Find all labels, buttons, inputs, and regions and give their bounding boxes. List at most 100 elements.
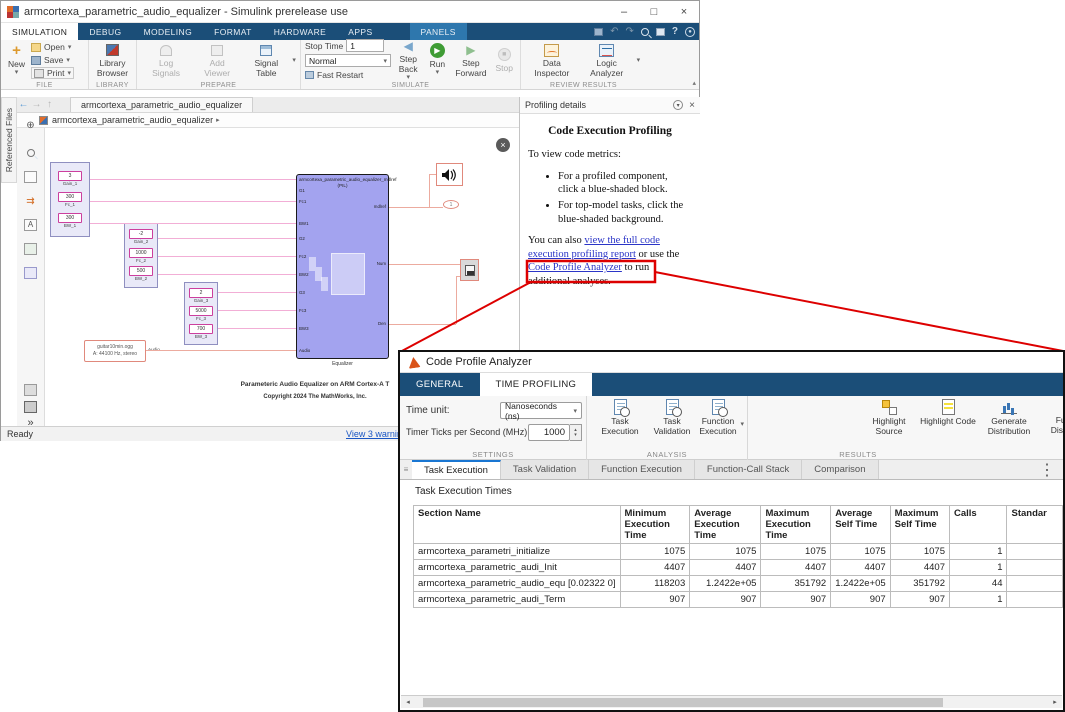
stop-button[interactable]: ■ Stop [493, 46, 517, 74]
function-execution-button[interactable]: Function Execution [691, 399, 745, 447]
col-max-self[interactable]: Maximum Self Time [890, 506, 949, 544]
tab-debug[interactable]: DEBUG [78, 23, 132, 40]
doc-tab-task-execution[interactable]: Task Execution [412, 460, 501, 479]
fc2-block[interactable]: 1000Fc_2 [129, 248, 153, 264]
save-button[interactable]: Save▾ [31, 54, 74, 66]
col-calls[interactable]: Calls [950, 506, 1007, 544]
review-more-icon[interactable]: ▾ [637, 56, 641, 64]
viewmarks-icon[interactable] [23, 383, 38, 397]
function-distribution-button[interactable]: Function Distribution [1042, 399, 1065, 447]
scrollbar-thumb[interactable] [423, 698, 943, 707]
col-section-name[interactable]: Section Name [414, 506, 621, 544]
tab-apps[interactable]: APPS [337, 23, 383, 40]
print-button[interactable]: Print▾ [31, 67, 74, 79]
gain1-block[interactable]: 3Gain_1 [58, 171, 82, 187]
task-execution-button[interactable]: Task Execution [593, 399, 647, 447]
param-group-1[interactable]: 3Gain_1 300Fc_1 300BW_1 [50, 162, 90, 237]
reroute-icon[interactable]: ⇉ [23, 194, 38, 208]
data-inspector-button[interactable]: Data Inspector [527, 41, 577, 79]
pil-equalizer-block[interactable]: armcortexa_parametric_audio_equalizer_md… [296, 174, 389, 359]
col-avg-exec[interactable]: Average Execution Time [690, 506, 761, 544]
cpa-tab-time-profiling[interactable]: TIME PROFILING [480, 373, 593, 396]
library-browser-button[interactable]: Library Browser [89, 41, 137, 79]
maximize-button[interactable]: □ [639, 1, 669, 23]
doc-tab-function-execution[interactable]: Function Execution [589, 460, 695, 479]
timer-ticks-spinner[interactable]: ▴▾ [570, 424, 582, 441]
collapse-toolstrip-icon[interactable]: ▴ [692, 79, 696, 87]
fc3-block[interactable]: 5000Fc_3 [189, 306, 213, 322]
timer-ticks-input[interactable]: 1000 [528, 424, 570, 441]
tab-modeling[interactable]: MODELING [133, 23, 204, 40]
audio-file-block[interactable]: guitar10min.oggA: 44100 Hz, stereo [84, 340, 146, 362]
back-icon[interactable]: ← [17, 99, 30, 110]
gain2-block[interactable]: -2Gain_2 [129, 229, 153, 245]
tab-options-icon[interactable]: ⋮ [1039, 460, 1055, 479]
bw1-block[interactable]: 300BW_1 [58, 213, 82, 229]
panel-close-icon[interactable]: × [689, 100, 695, 111]
highlight-source-button[interactable]: Highlight Source [860, 399, 918, 447]
stop-time-input[interactable]: 1 [346, 39, 384, 52]
generate-distribution-button[interactable]: Generate Distribution [978, 399, 1040, 447]
log-signals-button[interactable]: Log Signals [141, 41, 191, 79]
param-group-3[interactable]: 2Gain_3 5000Fc_3 700BW_3 [184, 282, 218, 345]
annotation-icon[interactable]: A [23, 218, 38, 232]
fast-restart-toggle[interactable]: Fast Restart [305, 69, 391, 81]
code-profile-analyzer-link[interactable]: Code Profile Analyzer [528, 262, 622, 273]
logic-analyzer-button[interactable]: Logic Analyzer [582, 41, 632, 79]
col-standard[interactable]: Standar [1007, 506, 1063, 544]
prepare-more-icon[interactable]: ▾ [292, 56, 296, 64]
analysis-more-icon[interactable]: ▾ [740, 420, 744, 428]
table-row[interactable]: armcortexa_parametri_initialize107510751… [414, 544, 1063, 560]
step-forward-button[interactable]: ▶ Step Forward [452, 41, 489, 79]
table-row[interactable]: armcortexa_parametric_audio_equ [0.02322… [414, 576, 1063, 592]
to-file-block[interactable] [460, 259, 479, 281]
fit-to-view-icon[interactable] [23, 170, 38, 184]
model-doc-tab[interactable]: armcortexa_parametric_audio_equalizer [70, 97, 253, 112]
tab-hardware[interactable]: HARDWARE [263, 23, 337, 40]
hide-browser-icon[interactable]: ⊕ [23, 118, 38, 132]
tab-simulation[interactable]: SIMULATION [1, 23, 78, 40]
table-row[interactable]: armcortexa_parametric_audi_Term907907907… [414, 592, 1063, 608]
close-button[interactable]: × [669, 1, 699, 23]
table-row[interactable]: armcortexa_parametric_audi_Init440744074… [414, 560, 1063, 576]
bw2-block[interactable]: 500BW_2 [129, 266, 153, 282]
open-button[interactable]: Open▾ [31, 41, 74, 53]
undo-icon[interactable]: ↶ [610, 26, 618, 37]
image-icon[interactable] [23, 242, 38, 256]
new-button[interactable]: + New▾ [5, 42, 28, 78]
bw3-block[interactable]: 700BW_3 [189, 324, 213, 340]
col-min-exec[interactable]: Minimum Execution Time [620, 506, 690, 544]
audio-device-writer-block[interactable] [436, 163, 463, 186]
minimize-button[interactable]: – [609, 1, 639, 23]
signal-table-button[interactable]: Signal Table [243, 41, 289, 79]
help-icon[interactable]: ? [672, 26, 678, 37]
scroll-right-icon[interactable]: ▸ [1048, 696, 1062, 708]
canvas-close-badge-icon[interactable]: × [496, 138, 510, 152]
doc-tab-comparison[interactable]: Comparison [802, 460, 878, 479]
subsystem-badge-icon[interactable] [23, 400, 38, 414]
quick-save-icon[interactable] [594, 28, 603, 36]
step-back-button[interactable]: ◀ Step Back▾ [394, 37, 422, 82]
panel-minimize-icon[interactable]: ▾ [673, 100, 683, 110]
screenshot-icon[interactable] [656, 28, 665, 36]
breadcrumb[interactable]: armcortexa_parametric_audio_equalizer [52, 115, 213, 125]
doc-tab-task-validation[interactable]: Task Validation [501, 460, 589, 479]
scroll-left-icon[interactable]: ◂ [401, 696, 415, 708]
time-unit-select[interactable]: Nanoseconds (ns)▾ [500, 402, 582, 419]
area-icon[interactable] [23, 266, 38, 280]
highlight-code-button[interactable]: Highlight Code [920, 399, 976, 447]
outport-block[interactable]: 1 [443, 200, 459, 209]
sim-mode-select[interactable]: Normal▾ [305, 54, 391, 67]
account-icon[interactable]: ● [685, 27, 695, 37]
cpa-tab-general[interactable]: GENERAL [400, 373, 480, 396]
col-max-exec[interactable]: Maximum Execution Time [761, 506, 831, 544]
referenced-files-tab[interactable]: Referenced Files [1, 97, 17, 183]
horizontal-scrollbar[interactable]: ◂ ▸ [401, 695, 1062, 708]
redo-icon[interactable]: ↷ [626, 26, 634, 37]
doc-tab-function-call-stack[interactable]: Function-Call Stack [695, 460, 802, 479]
fc1-block[interactable]: 300Fc_1 [58, 192, 82, 208]
param-group-2[interactable]: -2Gain_2 1000Fc_2 500BW_2 [124, 223, 158, 288]
add-viewer-button[interactable]: Add Viewer [194, 41, 240, 79]
forward-icon[interactable]: → [30, 99, 43, 110]
zoom-icon[interactable] [23, 146, 38, 160]
